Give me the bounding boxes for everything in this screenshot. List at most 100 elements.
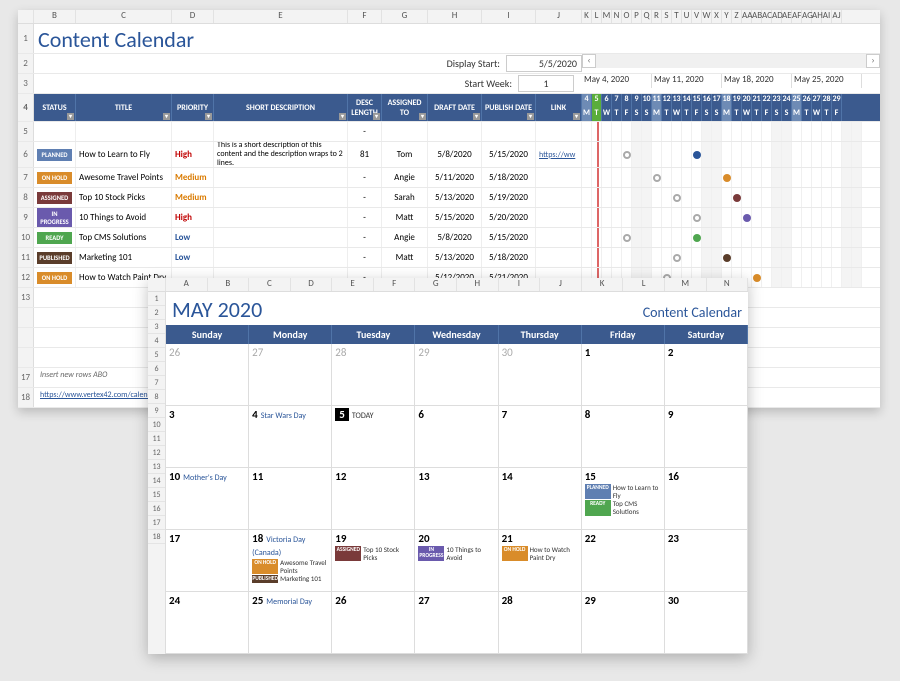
row-number[interactable]: 6 xyxy=(148,362,165,376)
column-letter[interactable]: AF xyxy=(792,10,802,23)
priority-cell[interactable]: Low xyxy=(172,248,214,267)
calendar-event[interactable]: PUBLISHEDMarketing 101 xyxy=(252,575,328,583)
column-letter[interactable]: R xyxy=(652,10,662,23)
scroll-left-button[interactable]: ‹ xyxy=(582,54,596,68)
column-letter[interactable]: I xyxy=(482,10,536,23)
priority-cell[interactable]: Medium xyxy=(172,168,214,187)
assigned-cell[interactable]: Tom xyxy=(382,142,428,167)
publish-date-cell[interactable]: 5/18/2020 xyxy=(482,248,536,267)
column-letter[interactable]: C xyxy=(249,278,291,291)
calendar-cell[interactable]: 5TODAY xyxy=(332,406,415,468)
column-letter[interactable]: G xyxy=(382,10,428,23)
column-letter[interactable]: M xyxy=(665,278,707,291)
calendar-cell[interactable]: 16 xyxy=(665,468,748,530)
calendar-cell[interactable]: 27 xyxy=(415,592,498,654)
column-letter[interactable]: K xyxy=(582,278,624,291)
calendar-cell[interactable]: 15PLANNEDHow to Learn to FlyREADYTop CMS… xyxy=(582,468,665,530)
draft-date-cell[interactable]: 5/15/2020 xyxy=(428,208,482,227)
column-letter[interactable]: G xyxy=(415,278,457,291)
calendar-cell[interactable]: 3 xyxy=(166,406,249,468)
column-letter[interactable]: N xyxy=(612,10,622,23)
column-letter[interactable]: C xyxy=(76,10,172,23)
description-cell[interactable] xyxy=(214,228,348,247)
row-number[interactable]: 13 xyxy=(148,460,165,474)
calendar-cell[interactable]: 30 xyxy=(499,344,582,406)
column-letter[interactable]: I xyxy=(499,278,541,291)
calendar-cell[interactable]: 29 xyxy=(415,344,498,406)
title-cell[interactable]: Marketing 101 xyxy=(76,248,172,267)
row-number[interactable]: 5 xyxy=(148,348,165,362)
row-number[interactable]: 16 xyxy=(148,502,165,516)
calendar-cell[interactable]: 24 xyxy=(166,592,249,654)
column-letter[interactable]: U xyxy=(682,10,692,23)
column-letter[interactable]: E xyxy=(332,278,374,291)
row-number[interactable]: 3 xyxy=(148,320,165,334)
calendar-cell[interactable]: 30 xyxy=(665,592,748,654)
column-letter[interactable]: B xyxy=(34,10,76,23)
column-letter[interactable]: AD xyxy=(772,10,782,23)
publish-date-cell[interactable]: 5/15/2020 xyxy=(482,228,536,247)
column-letter[interactable]: D xyxy=(172,10,214,23)
calendar-cell[interactable]: 10Mother's Day xyxy=(166,468,249,530)
calendar-event[interactable]: ASSIGNEDTop 10 Stock Picks xyxy=(335,546,411,561)
link-cell[interactable]: https://ww xyxy=(536,142,582,167)
column-header[interactable]: PUBLISH DATE▾ xyxy=(482,94,536,121)
calendar-cell[interactable]: 13 xyxy=(415,468,498,530)
column-letter[interactable]: J xyxy=(536,10,582,23)
calendar-cell[interactable]: 27 xyxy=(249,344,332,406)
row-number[interactable]: 4 xyxy=(148,334,165,348)
calendar-cell[interactable]: 6 xyxy=(415,406,498,468)
calendar-event[interactable]: ON HOLDAwesome Travel Points xyxy=(252,559,328,574)
column-letter[interactable]: T xyxy=(672,10,682,23)
filter-icon[interactable]: ▾ xyxy=(339,113,346,120)
calendar-cell[interactable]: 28 xyxy=(499,592,582,654)
filter-icon[interactable]: ▾ xyxy=(205,113,212,120)
column-header[interactable]: TITLE▾ xyxy=(76,94,172,121)
title-cell[interactable]: How to Learn to Fly xyxy=(76,142,172,167)
table-row[interactable]: 10READYTop CMS SolutionsLow-Angie5/8/202… xyxy=(18,228,880,248)
calendar-event[interactable]: PLANNEDHow to Learn to Fly xyxy=(585,484,661,499)
scroll-right-button[interactable]: › xyxy=(866,54,880,68)
title-cell[interactable]: Top CMS Solutions xyxy=(76,228,172,247)
column-letter[interactable]: X xyxy=(712,10,722,23)
column-letter[interactable]: Y xyxy=(722,10,732,23)
publish-date-cell[interactable]: 5/20/2020 xyxy=(482,208,536,227)
column-letter[interactable]: H xyxy=(457,278,499,291)
link-cell[interactable] xyxy=(536,208,582,227)
row-number[interactable]: 10 xyxy=(148,418,165,432)
calendar-cell[interactable]: 8 xyxy=(582,406,665,468)
link-cell[interactable] xyxy=(536,248,582,267)
priority-cell[interactable]: Low xyxy=(172,228,214,247)
assigned-cell[interactable]: Sarah xyxy=(382,188,428,207)
filter-icon[interactable]: ▾ xyxy=(163,113,170,120)
display-start-value[interactable]: 5/5/2020 xyxy=(506,55,582,72)
assigned-cell[interactable]: Matt xyxy=(382,208,428,227)
column-header[interactable]: ASSIGNED TO▾ xyxy=(382,94,428,121)
column-letter[interactable]: Q xyxy=(642,10,652,23)
priority-cell[interactable]: Medium xyxy=(172,188,214,207)
calendar-cell[interactable]: 28 xyxy=(332,344,415,406)
column-letter[interactable]: AH xyxy=(812,10,822,23)
link-cell[interactable] xyxy=(536,168,582,187)
column-letter[interactable]: S xyxy=(662,10,672,23)
calendar-cell[interactable]: 26 xyxy=(166,344,249,406)
row-number[interactable]: 11 xyxy=(148,432,165,446)
row-number[interactable]: 7 xyxy=(148,376,165,390)
draft-date-cell[interactable]: 5/11/2020 xyxy=(428,168,482,187)
column-header[interactable]: LINK▾ xyxy=(536,94,582,121)
column-letter[interactable]: K xyxy=(582,10,592,23)
row-number[interactable]: 18 xyxy=(148,530,165,544)
column-letter[interactable]: AC xyxy=(762,10,772,23)
column-header[interactable]: DESC LENGTH▾ xyxy=(348,94,382,121)
calendar-cell[interactable]: 12 xyxy=(332,468,415,530)
link-cell[interactable] xyxy=(536,188,582,207)
publish-date-cell[interactable]: 5/19/2020 xyxy=(482,188,536,207)
column-letter[interactable]: D xyxy=(291,278,333,291)
assigned-cell[interactable]: Angie xyxy=(382,168,428,187)
table-row[interactable]: 9IN PROGRESS10 Things to AvoidHigh-Matt5… xyxy=(18,208,880,228)
calendar-cell[interactable]: 18Victoria Day (Canada)ON HOLDAwesome Tr… xyxy=(249,530,332,592)
calendar-event[interactable]: IN PROGRESS10 Things to Avoid xyxy=(418,546,494,561)
calendar-cell[interactable]: 29 xyxy=(582,592,665,654)
calendar-cell[interactable]: 23 xyxy=(665,530,748,592)
calendar-cell[interactable]: 7 xyxy=(499,406,582,468)
